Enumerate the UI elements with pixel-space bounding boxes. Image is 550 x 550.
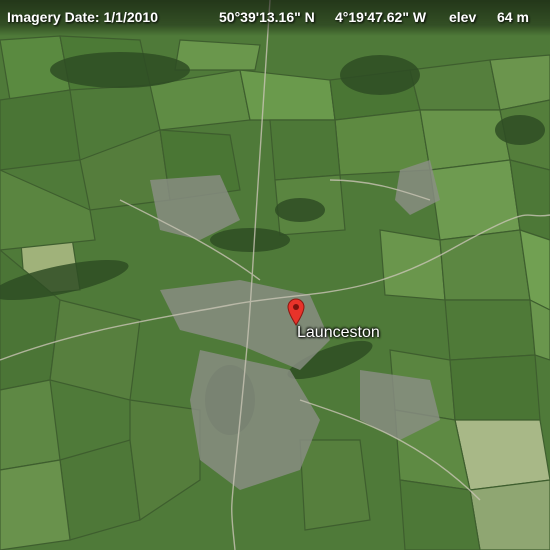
status-bar: Imagery Date: 1/1/2010 50°39'13.16" N 4°… <box>0 0 550 36</box>
place-label-launceston[interactable]: Launceston <box>297 324 380 342</box>
longitude-readout: 4°19'47.62" W <box>335 9 427 25</box>
elevation-readout: 64 m <box>497 9 529 25</box>
map-pin-icon[interactable] <box>287 298 305 326</box>
imagery-date: Imagery Date: 1/1/2010 <box>7 9 158 25</box>
elevation-label: elev <box>449 9 477 25</box>
latitude-readout: 50°39'13.16" N <box>219 9 315 25</box>
satellite-imagery[interactable] <box>0 0 550 550</box>
map-viewport[interactable]: Imagery Date: 1/1/2010 50°39'13.16" N 4°… <box>0 0 550 550</box>
